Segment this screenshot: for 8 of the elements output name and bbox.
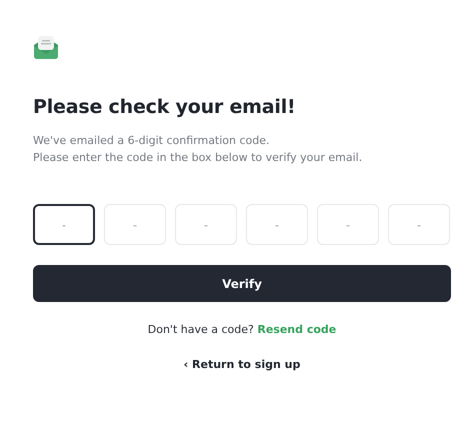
page-title: Please check your email! <box>33 96 296 118</box>
envelope-icon <box>33 35 59 59</box>
resend-prompt: Don't have a code? Resend code <box>146 323 338 336</box>
description-text: Please enter the code in the box below to verify your email. <box>33 150 364 166</box>
description-text: We've emailed a 6-digit confirmation code. <box>33 133 271 149</box>
return-link[interactable]: ‹ Return to sign up <box>184 358 300 371</box>
code-input-field[interactable]: - <box>33 204 95 245</box>
verify-button[interactable]: Verify <box>33 265 451 302</box>
